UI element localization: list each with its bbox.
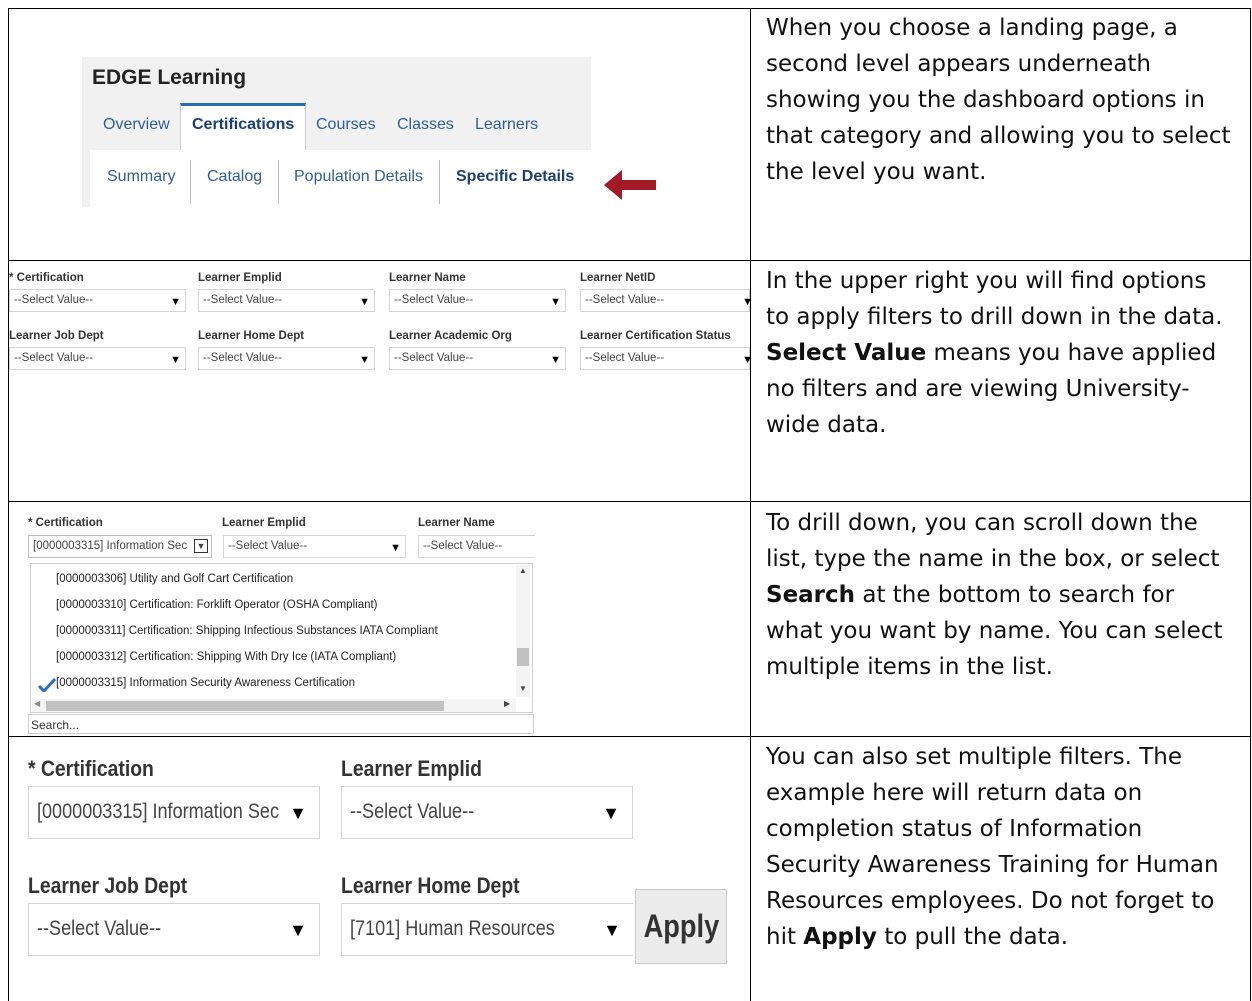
filter-certification-select-open[interactable]: [0000003315] Information Sec ▼	[28, 535, 212, 558]
filter-cert-status-select[interactable]: --Select Value-- ▼	[580, 347, 753, 370]
filter-label-cert-status: Learner Certification Status	[580, 330, 731, 342]
table-row-divider-3	[8, 736, 1251, 737]
filter-label-emplid: Learner Emplid	[341, 756, 482, 781]
subtab-divider	[439, 160, 440, 204]
list-item[interactable]: [0000003306] Utility and Golf Cart Certi…	[56, 573, 293, 585]
subtab-population-details[interactable]: Population Details	[294, 168, 423, 186]
table-border-left	[8, 8, 9, 1001]
tab-certifications[interactable]: Certifications	[192, 116, 294, 134]
dropdown-caret-icon: ▼	[170, 296, 181, 308]
list-item[interactable]: [0000003310] Certification: Forklift Ope…	[56, 599, 378, 611]
filter-job-dept-select[interactable]: --Select Value-- ▼	[28, 903, 320, 956]
subtab-divider	[190, 160, 191, 204]
filter-emplid-select[interactable]: --Select Value-- ▼	[223, 535, 406, 558]
tab-courses[interactable]: Courses	[316, 116, 376, 134]
table-border-top	[8, 8, 1251, 9]
dropdown-caret-icon: ▼	[390, 542, 401, 554]
filter-home-dept-select[interactable]: [7101] Human Resources ▼	[341, 903, 633, 956]
dropdown-caret-icon: ▼	[289, 803, 307, 823]
filter-label-netid: Learner NetID	[580, 272, 656, 284]
vertical-scrollbar[interactable]	[516, 565, 530, 697]
subtab-specific-details[interactable]: Specific Details	[456, 168, 574, 186]
app-title: EDGE Learning	[92, 66, 247, 89]
dropdown-caret-icon: ▼	[742, 296, 753, 308]
table-row-divider-1	[8, 260, 1251, 261]
filter-label-certification: * Certification	[28, 517, 103, 529]
description-row3: To drill down, you can scroll down the l…	[766, 510, 1223, 680]
left-arrow-icon	[604, 170, 656, 200]
certification-dropdown-list[interactable]	[30, 563, 533, 713]
filter-home-dept-select[interactable]: --Select Value-- ▼	[198, 347, 375, 370]
dropdown-caret-icon: ▼	[550, 296, 561, 308]
dropdown-caret-icon: ▼	[550, 354, 561, 366]
tab-overview[interactable]: Overview	[103, 116, 170, 134]
filter-label-home-dept: Learner Home Dept	[198, 330, 305, 342]
filter-label-academic-org: Learner Academic Org	[389, 330, 512, 342]
description-row1: When you choose a landing page, a second…	[766, 15, 1231, 185]
filter-certification-select[interactable]: [0000003315] Information Sec ▼	[28, 786, 320, 839]
filter-label-certification: * Certification	[9, 272, 84, 284]
apply-button[interactable]: Apply	[635, 889, 727, 964]
description-row4: You can also set multiple filters. The e…	[766, 744, 1219, 950]
search-link[interactable]: Search...	[28, 714, 534, 734]
checkmark-icon	[38, 678, 56, 692]
scroll-left-icon[interactable]: ◀	[34, 699, 40, 708]
filter-label-name: Learner Name	[389, 272, 466, 284]
filter-netid-select[interactable]: --Select Value-- ▼	[580, 289, 753, 312]
filter-academic-org-select[interactable]: --Select Value-- ▼	[389, 347, 566, 370]
tab-classes[interactable]: Classes	[397, 116, 454, 134]
horizontal-scrollbar-thumb[interactable]	[46, 701, 444, 711]
filter-name-select[interactable]: --Select Value--	[418, 535, 535, 558]
description-row2: In the upper right you will find options…	[766, 268, 1223, 438]
list-item-selected[interactable]: [0000003315] Information Security Awaren…	[56, 677, 355, 689]
dropdown-caret-icon: ▼	[359, 296, 370, 308]
vertical-scrollbar-thumb[interactable]	[517, 648, 529, 666]
list-item[interactable]: [0000003312] Certification: Shipping Wit…	[56, 651, 396, 663]
dropdown-caret-icon: ▼	[289, 920, 307, 940]
filter-emplid-select[interactable]: --Select Value-- ▼	[341, 786, 633, 839]
table-border-right	[1250, 8, 1251, 1001]
dropdown-caret-icon: ▼	[742, 354, 753, 366]
tab-learners[interactable]: Learners	[475, 116, 538, 134]
dropdown-caret-icon: ▼	[603, 920, 621, 940]
subtab-catalog[interactable]: Catalog	[207, 168, 262, 186]
dropdown-caret-icon: ▼	[170, 354, 181, 366]
filter-label-name: Learner Name	[418, 517, 495, 529]
subtab-summary[interactable]: Summary	[107, 168, 175, 186]
scroll-down-icon[interactable]: ▼	[519, 684, 527, 693]
filter-name-select[interactable]: --Select Value-- ▼	[389, 289, 566, 312]
filter-label-job-dept: Learner Job Dept	[9, 330, 104, 342]
filter-emplid-select[interactable]: --Select Value-- ▼	[198, 289, 375, 312]
table-column-divider	[750, 8, 751, 1001]
filter-job-dept-select[interactable]: --Select Value-- ▼	[9, 347, 186, 370]
filter-label-certification: * Certification	[28, 756, 154, 781]
scroll-right-icon[interactable]: ▶	[504, 699, 510, 708]
scroll-up-icon[interactable]: ▲	[519, 566, 527, 575]
subtab-divider	[278, 160, 279, 204]
dropdown-caret-icon: ▼	[359, 354, 370, 366]
filter-label-job-dept: Learner Job Dept	[28, 873, 188, 898]
filter-label-home-dept: Learner Home Dept	[341, 873, 520, 898]
list-item[interactable]: [0000003311] Certification: Shipping Inf…	[56, 625, 438, 637]
dropdown-caret-icon: ▼	[602, 803, 620, 823]
filter-label-emplid: Learner Emplid	[198, 272, 282, 284]
filter-label-emplid: Learner Emplid	[222, 517, 306, 529]
filter-certification-select[interactable]: --Select Value-- ▼	[9, 289, 186, 312]
table-row-divider-2	[8, 501, 1251, 502]
dropdown-caret-icon: ▼	[194, 539, 208, 553]
